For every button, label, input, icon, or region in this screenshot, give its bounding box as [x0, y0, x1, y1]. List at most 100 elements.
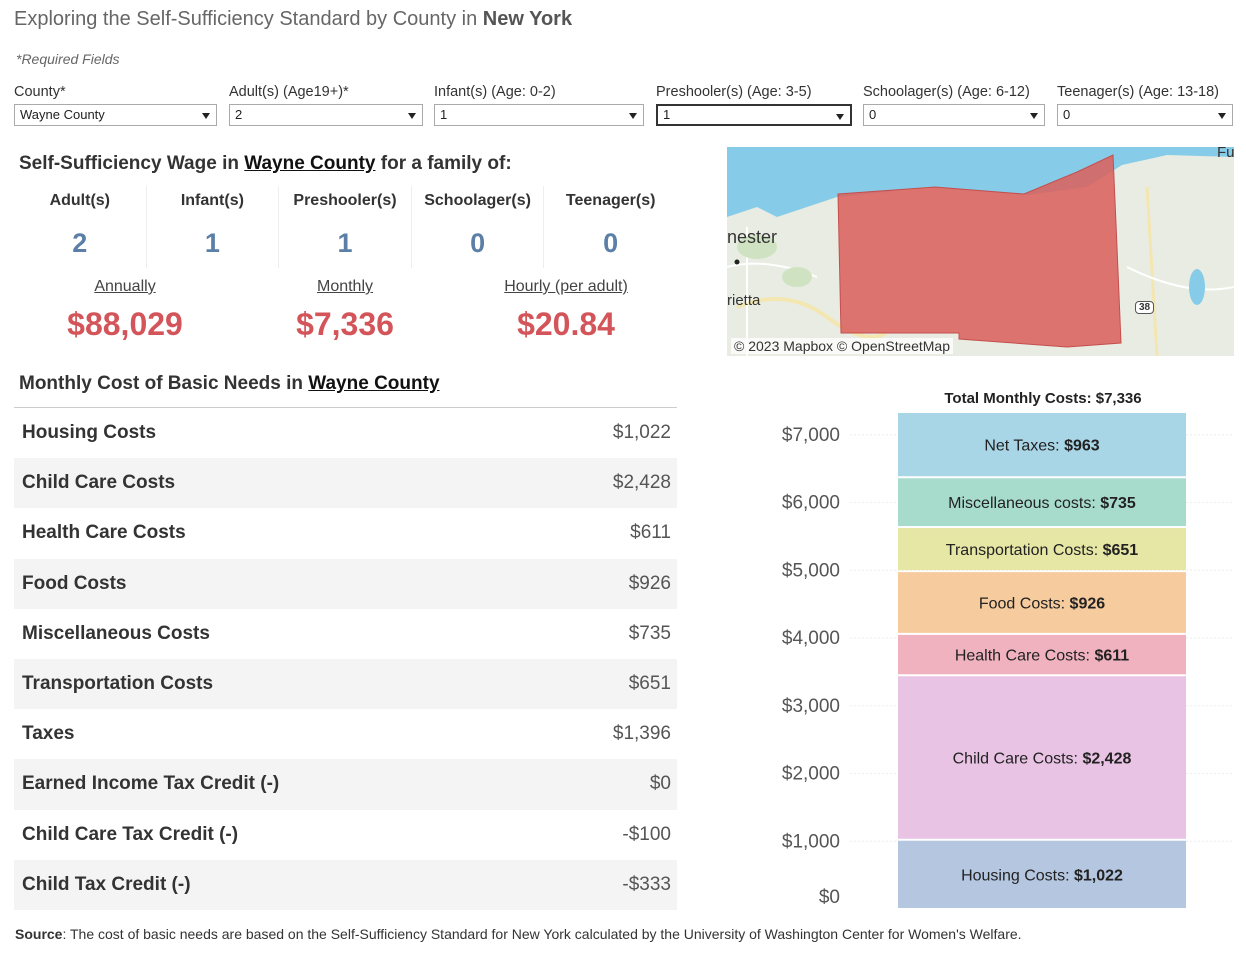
adults-select-value: 2 — [235, 107, 243, 122]
bar-segment-label: Miscellaneous costs: $735 — [948, 495, 1136, 512]
segment-value: $651 — [1103, 542, 1139, 559]
wage-county-link[interactable]: Wayne County — [244, 153, 375, 174]
wage-annual-label: Annually — [94, 278, 156, 295]
county-select[interactable]: Wayne County — [14, 104, 217, 126]
filter-infants-label: Infant(s) (Age: 0-2) — [434, 84, 556, 100]
bar-segment-label: Net Taxes: $963 — [984, 438, 1099, 455]
bar-segment-label: Child Care Costs: $2,428 — [953, 751, 1132, 768]
source-text: : The cost of basic needs are based on t… — [62, 926, 1022, 942]
y-tick-label: $1,000 — [782, 831, 840, 852]
chevron-down-icon — [629, 113, 637, 119]
cost-name: Earned Income Tax Credit (-) — [22, 773, 280, 795]
chevron-down-icon — [202, 113, 210, 119]
segment-value: $963 — [1064, 438, 1100, 455]
cost-name: Child Care Costs — [22, 472, 176, 494]
segment-name: Child Care Costs: — [953, 751, 1083, 768]
segment-value: $611 — [1094, 648, 1129, 665]
infants-select[interactable]: 1 — [434, 104, 644, 126]
chevron-down-icon — [408, 113, 416, 119]
family-teenagers: Teenager(s) 0 — [544, 186, 677, 268]
schoolagers-select[interactable]: 0 — [863, 104, 1045, 126]
segment-name: Transportation Costs: — [946, 542, 1103, 559]
map-city-label: Fu — [1217, 147, 1234, 161]
adults-select[interactable]: 2 — [229, 104, 423, 126]
wage-hourly-value: $20.84 — [517, 306, 615, 342]
cost-amount: $926 — [628, 572, 671, 594]
filter-adults: Adult(s) (Age19+)* 2 — [229, 84, 423, 126]
y-tick-label: $3,000 — [782, 696, 840, 717]
wage-hourly-label: Hourly (per adult) — [504, 278, 628, 295]
y-tick-label: $5,000 — [782, 560, 840, 581]
cost-name: Child Care Tax Credit (-) — [22, 823, 239, 845]
cost-name: Taxes — [22, 723, 75, 745]
table-row: Child Care Tax Credit (-) -$100 — [14, 810, 677, 860]
family-adults: Adult(s) 2 — [14, 186, 147, 268]
cost-amount: $1,396 — [612, 723, 671, 745]
filter-schoolagers-label: Schoolager(s) (Age: 6-12) — [863, 84, 1030, 100]
family-preschoolers: Preshooler(s) 1 — [279, 186, 412, 268]
table-row: Miscellaneous Costs $735 — [14, 609, 677, 659]
county-map[interactable]: nester rietta Fu 38 © 2023 Mapbox © Open… — [727, 147, 1234, 356]
y-tick-label: $4,000 — [782, 628, 840, 649]
y-tick-label: $7,000 — [782, 425, 840, 446]
family-infants-count: 1 — [204, 228, 220, 258]
preschoolers-select[interactable]: 1 — [656, 104, 852, 126]
table-row: Housing Costs $1,022 — [14, 408, 677, 458]
table-row: Child Care Costs $2,428 — [14, 458, 677, 509]
wage-heading: Self-Sufficiency Wage in Wayne County fo… — [19, 153, 512, 175]
cost-name: Child Tax Credit (-) — [22, 873, 191, 895]
family-composition: Adult(s) 2 Infant(s) 1 Preshooler(s) 1 S… — [14, 186, 678, 268]
y-tick-label: $6,000 — [782, 493, 840, 514]
needs-heading: Monthly Cost of Basic Needs in Wayne Cou… — [19, 373, 440, 395]
map-attribution[interactable]: © 2023 Mapbox © OpenStreetMap — [731, 338, 953, 354]
chevron-down-icon — [836, 114, 844, 120]
bar-segment-label: Housing Costs: $1,022 — [961, 867, 1123, 884]
needs-county-link[interactable]: Wayne County — [308, 373, 439, 394]
county-select-value: Wayne County — [20, 107, 105, 122]
bar-segment-label: Health Care Costs: $611 — [955, 648, 1129, 665]
wage-monthly: Monthly $7,336 — [270, 278, 420, 343]
family-teenagers-count: 0 — [603, 228, 619, 258]
cost-amount: $1,022 — [612, 422, 671, 444]
table-row: Transportation Costs $651 — [14, 658, 677, 710]
y-tick-label: $2,000 — [782, 764, 840, 785]
filter-infants: Infant(s) (Age: 0-2) 1 — [434, 84, 644, 126]
teenagers-select-value: 0 — [1063, 107, 1071, 122]
segment-name: Housing Costs: — [961, 867, 1074, 884]
family-preschoolers-label: Preshooler(s) — [293, 192, 397, 209]
schoolagers-select-value: 0 — [869, 107, 877, 122]
cost-amount: -$333 — [622, 873, 671, 895]
filter-teenagers-label: Teenager(s) (Age: 13-18) — [1057, 84, 1219, 100]
page-title-prefix: Exploring the Self-Sufficiency Standard … — [14, 8, 483, 30]
table-row: Earned Income Tax Credit (-) $0 — [14, 759, 677, 810]
cost-amount: $651 — [628, 673, 671, 695]
segment-name: Health Care Costs: — [955, 648, 1095, 665]
family-adults-count: 2 — [72, 228, 88, 258]
filter-schoolagers: Schoolager(s) (Age: 6-12) 0 — [863, 84, 1045, 126]
bar-segment-label: Food Costs: $926 — [979, 596, 1105, 613]
wage-hourly: Hourly (per adult) $20.84 — [486, 278, 646, 343]
table-row: Child Tax Credit (-) -$333 — [14, 859, 677, 910]
filter-preschoolers-label: Preshooler(s) (Age: 3-5) — [656, 84, 812, 100]
required-fields-note: *Required Fields — [16, 51, 120, 67]
route-shield: 38 — [1135, 301, 1155, 314]
family-adults-label: Adult(s) — [49, 192, 111, 209]
teenagers-select[interactable]: 0 — [1057, 104, 1233, 126]
filter-teenagers: Teenager(s) (Age: 13-18) 0 — [1057, 84, 1233, 126]
cost-amount: $2,428 — [612, 472, 671, 494]
map-lake — [1189, 269, 1205, 305]
table-row: Taxes $1,396 — [14, 709, 677, 759]
map-canvas — [727, 147, 1234, 356]
filter-preschoolers: Preshooler(s) (Age: 3-5) 1 — [656, 84, 852, 126]
segment-value: $1,022 — [1074, 867, 1123, 884]
cost-amount: $611 — [630, 522, 671, 544]
filter-adults-label: Adult(s) (Age19+)* — [229, 84, 349, 100]
page-title-state: New York — [482, 8, 573, 30]
cost-name: Housing Costs — [22, 422, 157, 444]
cost-name: Food Costs — [22, 572, 127, 594]
cost-amount: -$100 — [622, 823, 671, 845]
family-infants-label: Infant(s) — [180, 192, 244, 209]
wage-annual: Annually $88,029 — [50, 278, 200, 343]
wage-annual-value: $88,029 — [67, 306, 183, 342]
preschoolers-select-value: 1 — [663, 107, 671, 122]
